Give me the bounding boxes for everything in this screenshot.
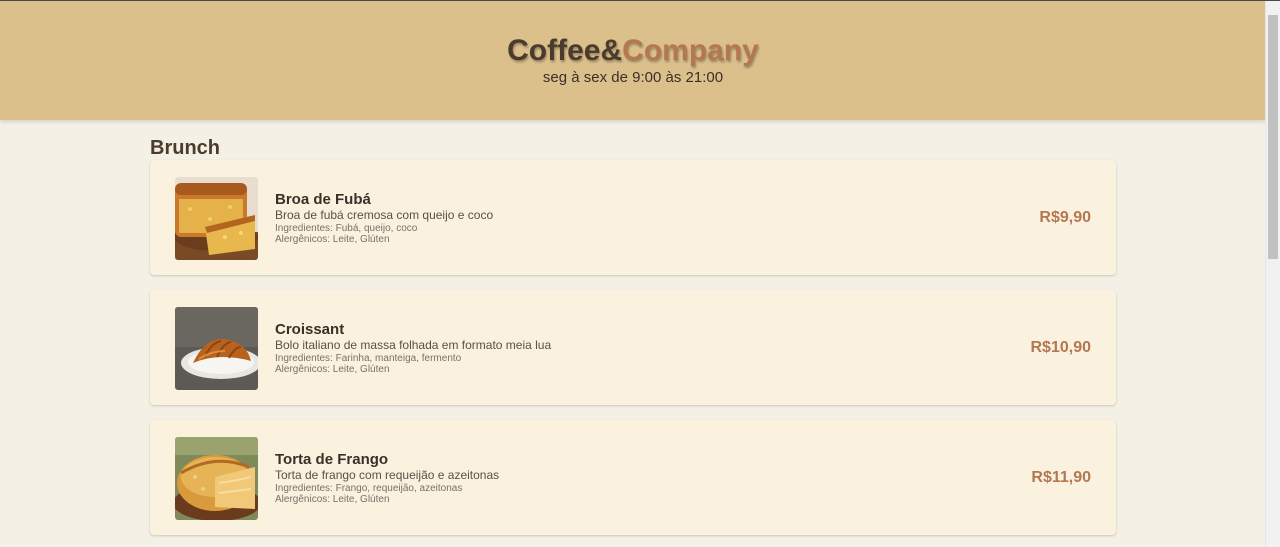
chicken-pie-image <box>175 437 258 520</box>
opening-hours: seg à sex de 9:00 às 21:00 <box>542 69 724 86</box>
menu-item-card[interactable]: Croissant Bolo italiano de massa folhada… <box>150 290 1116 405</box>
item-name: Torta de Frango <box>275 451 389 468</box>
item-price: R$9,90 <box>1039 209 1091 226</box>
item-name: Broa de Fubá <box>275 191 371 208</box>
item-price: R$10,90 <box>1030 339 1092 356</box>
item-description: Bolo italiano de massa folhada em format… <box>275 338 552 352</box>
item-allergens: Alergênicos: Leite, Glúten <box>275 494 390 505</box>
site-header: Coffee&Company seg à sex de 9:00 às 21:0… <box>0 1 1266 120</box>
brand-name-company: Company <box>622 34 759 67</box>
menu-item-card[interactable]: Broa de Fubá Broa de fubá cremosa com qu… <box>150 160 1116 275</box>
item-price: R$11,90 <box>1031 469 1091 486</box>
item-allergens: Alergênicos: Leite, Glúten <box>275 364 390 375</box>
menu-item-card[interactable]: Torta de Frango Torta de frango com requ… <box>150 420 1116 535</box>
brand-logo: Coffee&Company <box>0 34 1266 68</box>
item-description: Torta de frango com requeijão e azeitona… <box>275 468 500 482</box>
item-name: Croissant <box>275 321 345 338</box>
croissant-image <box>175 307 258 390</box>
section-title-brunch: Brunch <box>150 137 220 159</box>
item-allergens: Alergênicos: Leite, Glúten <box>275 234 390 245</box>
item-description: Broa de fubá cremosa com queijo e coco <box>275 208 494 222</box>
brand-name-coffee: Coffee& <box>507 34 623 67</box>
cornbread-cake-image <box>175 177 258 260</box>
scrollbar-thumb[interactable] <box>1268 15 1278 259</box>
vertical-scrollbar[interactable] <box>1265 1 1280 547</box>
